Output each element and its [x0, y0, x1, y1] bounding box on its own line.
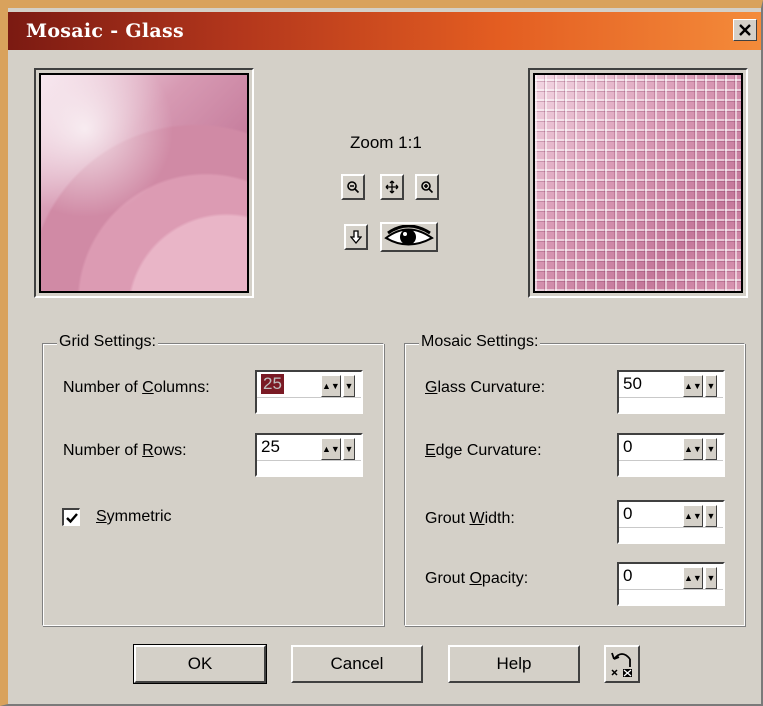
columns-field[interactable]: 25 ▲▼ ▼ [255, 370, 363, 414]
ok-button[interactable]: OK [133, 644, 267, 684]
zoom-out-icon [347, 181, 360, 194]
reset-defaults-button[interactable] [604, 645, 640, 683]
grout-width-spin-updown-icon[interactable]: ▲▼ [683, 505, 703, 527]
close-icon [739, 24, 751, 36]
columns-value[interactable]: 25 [261, 374, 284, 394]
edge-curvature-spin-updown-icon[interactable]: ▲▼ [683, 438, 703, 460]
grout-width-field[interactable]: 0 ▲▼ ▼ [617, 500, 725, 544]
result-preview[interactable] [528, 68, 748, 298]
close-button[interactable] [733, 19, 757, 41]
symmetric-label[interactable]: Symmetric [96, 508, 172, 526]
glass-curvature-label: Glass Curvature: [425, 379, 546, 396]
mosaic-settings-title: Mosaic Settings: [419, 333, 541, 351]
pan-button[interactable] [380, 174, 404, 200]
window-title: Mosaic - Glass [26, 20, 184, 42]
rows-value[interactable]: 25 [261, 437, 280, 457]
edge-curvature-field[interactable]: 0 ▲▼ ▼ [617, 433, 725, 477]
original-preview-image [41, 75, 247, 291]
columns-spinner[interactable]: ▲▼ ▼ [321, 375, 355, 397]
pan-icon [385, 180, 399, 194]
reset-defaults-icon [611, 652, 632, 677]
edge-curvature-value[interactable]: 0 [623, 437, 632, 457]
cancel-button[interactable]: Cancel [291, 645, 423, 683]
grout-opacity-label: Grout Opacity: [425, 570, 529, 587]
symmetric-checkbox[interactable] [62, 508, 80, 526]
auto-proof-toggle[interactable] [380, 222, 438, 252]
glass-curvature-spin-updown-icon[interactable]: ▲▼ [683, 375, 703, 397]
grout-width-spinner[interactable]: ▲▼ ▼ [683, 505, 717, 527]
columns-spin-updown-icon[interactable]: ▲▼ [321, 375, 341, 397]
grout-opacity-field[interactable]: 0 ▲▼ ▼ [617, 562, 725, 606]
rows-field[interactable]: 25 ▲▼ ▼ [255, 433, 363, 477]
checkmark-icon [65, 512, 78, 523]
zoom-in-icon [421, 181, 434, 194]
proof-button[interactable] [344, 224, 368, 250]
glass-curvature-field[interactable]: 50 ▲▼ ▼ [617, 370, 725, 414]
zoom-in-button[interactable] [415, 174, 439, 200]
edge-curvature-label: Edge Curvature: [425, 442, 542, 459]
rows-dropdown-icon[interactable]: ▼ [342, 438, 355, 460]
zoom-level-label: Zoom 1:1 [350, 133, 422, 152]
rows-spin-updown-icon[interactable]: ▲▼ [321, 438, 341, 460]
grout-opacity-dropdown-icon[interactable]: ▼ [704, 567, 717, 589]
columns-dropdown-icon[interactable]: ▼ [342, 375, 355, 397]
grout-opacity-value[interactable]: 0 [623, 566, 632, 586]
eye-preview-icon [384, 225, 434, 246]
grout-opacity-spinner[interactable]: ▲▼ ▼ [683, 567, 717, 589]
help-button[interactable]: Help [448, 645, 580, 683]
grout-width-label: Grout Width: [425, 510, 515, 527]
proof-arrow-icon [350, 230, 362, 244]
zoom-out-button[interactable] [341, 174, 365, 200]
grout-opacity-spin-updown-icon[interactable]: ▲▼ [683, 567, 703, 589]
glass-curvature-spinner[interactable]: ▲▼ ▼ [683, 375, 717, 397]
grid-settings-title: Grid Settings: [57, 333, 158, 351]
glass-curvature-dropdown-icon[interactable]: ▼ [704, 375, 717, 397]
title-bar[interactable]: Mosaic - Glass [8, 12, 761, 50]
result-preview-image [535, 75, 741, 291]
grout-width-value[interactable]: 0 [623, 504, 632, 524]
original-preview[interactable] [34, 68, 254, 298]
columns-label: Number of Columns: [63, 379, 210, 396]
edge-curvature-spinner[interactable]: ▲▼ ▼ [683, 438, 717, 460]
grout-width-dropdown-icon[interactable]: ▼ [704, 505, 717, 527]
rows-label: Number of Rows: [63, 442, 187, 459]
edge-curvature-dropdown-icon[interactable]: ▼ [704, 438, 717, 460]
rows-spinner[interactable]: ▲▼ ▼ [321, 438, 355, 460]
glass-curvature-value[interactable]: 50 [623, 374, 642, 394]
